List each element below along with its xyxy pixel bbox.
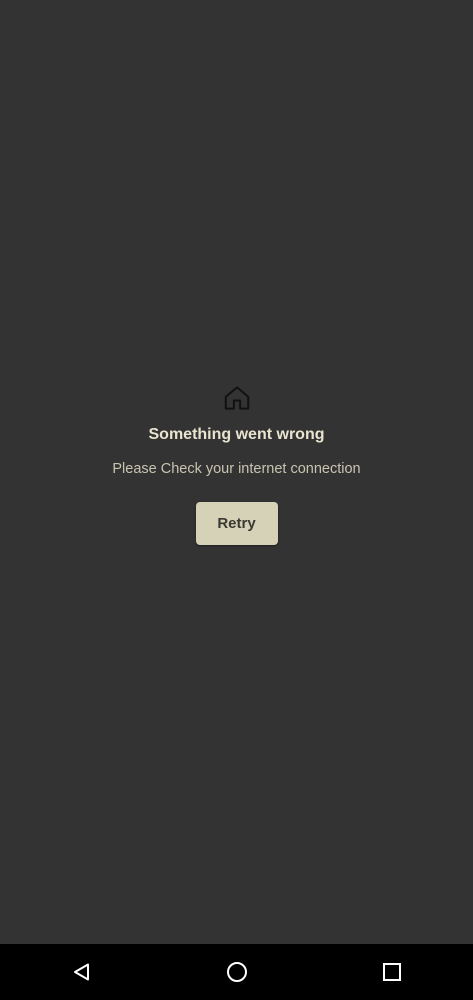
retry-button[interactable]: Retry [195,502,278,545]
home-button[interactable] [222,957,252,987]
back-button[interactable] [67,957,97,987]
error-state: Something went wrong Please Check your i… [0,383,473,545]
recents-button[interactable] [377,957,407,987]
home-icon [224,386,249,410]
system-navigation-bar [0,944,473,1000]
home-circle-icon [227,962,247,982]
recents-square-icon [383,963,401,981]
back-icon [74,963,89,981]
error-screen: Something went wrong Please Check your i… [0,0,473,1000]
error-message: Please Check your internet connection [112,461,361,477]
error-title: Something went wrong [148,426,325,443]
